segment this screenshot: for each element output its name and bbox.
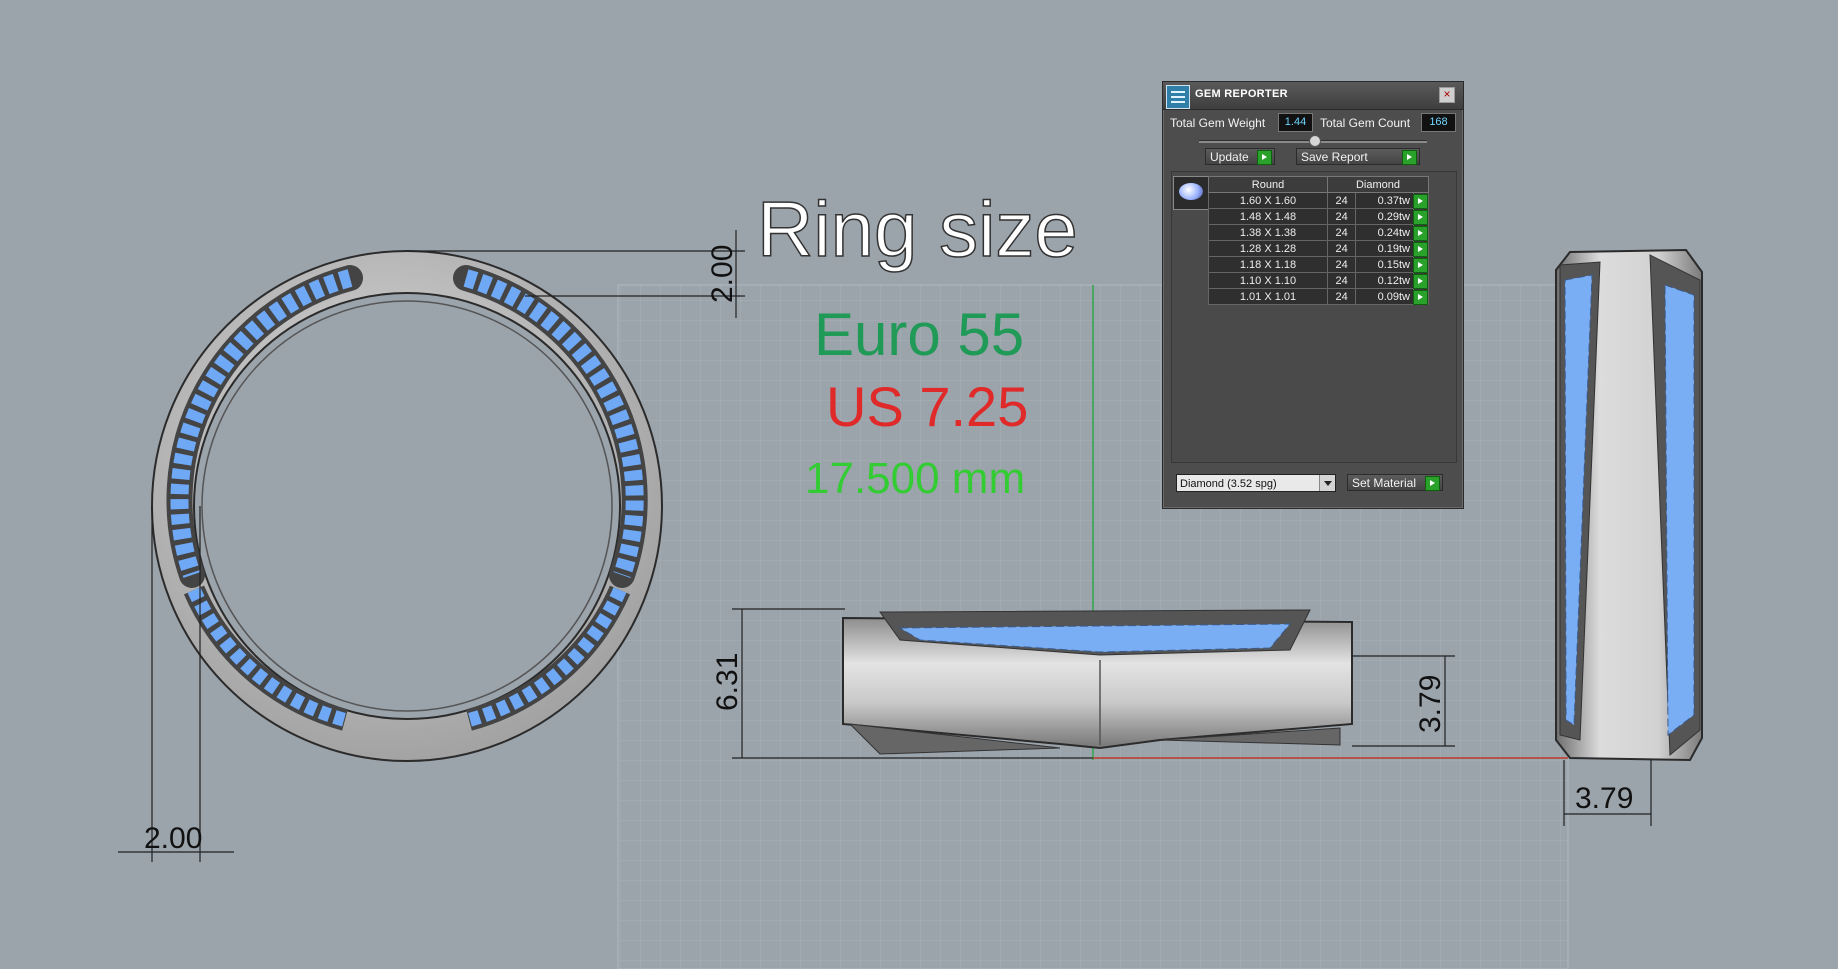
round-diamond-thumbnail[interactable] <box>1173 176 1209 210</box>
total-gem-weight-label: Total Gem Weight <box>1170 116 1266 130</box>
row-action-button[interactable] <box>1413 256 1429 273</box>
gem-count-cell: 24 <box>1326 208 1357 225</box>
play-icon <box>1413 274 1428 289</box>
material-select[interactable]: Diamond (3.52 spg) <box>1176 474 1336 492</box>
table-row[interactable]: 1.28 X 1.28 24 0.19tw <box>1208 240 1429 257</box>
save-report-button[interactable]: Save Report <box>1296 148 1420 165</box>
dim-height-label: 6.31 <box>711 653 744 711</box>
table-row[interactable]: 1.18 X 1.18 24 0.15tw <box>1208 256 1429 273</box>
play-icon <box>1413 242 1428 257</box>
table-header-diamond: Diamond <box>1327 176 1429 193</box>
dim-top-wall-label: 2.00 <box>706 245 739 303</box>
table-row[interactable]: 1.01 X 1.01 24 0.09tw <box>1208 288 1429 305</box>
gem-count-cell: 24 <box>1326 192 1357 209</box>
play-icon <box>1402 150 1417 165</box>
gem-count-cell: 24 <box>1326 288 1357 305</box>
gem-count-cell: 24 <box>1326 240 1357 257</box>
total-gem-count-value: 168 <box>1421 113 1456 132</box>
gem-size-cell: 1.01 X 1.01 <box>1208 288 1328 305</box>
euro-size-label: Euro 55 <box>814 301 1024 368</box>
update-button[interactable]: Update <box>1205 148 1275 165</box>
gem-size-cell: 1.28 X 1.28 <box>1208 240 1328 257</box>
table-row[interactable]: 1.60 X 1.60 24 0.37tw <box>1208 192 1429 209</box>
gem-size-cell: 1.48 X 1.48 <box>1208 208 1328 225</box>
gem-count-cell: 24 <box>1326 272 1357 289</box>
play-icon <box>1413 194 1428 209</box>
play-icon <box>1413 210 1428 225</box>
gem-reporter-panel: GEM REPORTER × Total Gem Weight 1.44 Tot… <box>1162 81 1464 509</box>
gem-weight-cell: 0.37tw <box>1355 192 1414 209</box>
dim-side-width-label: 3.79 <box>1575 782 1633 815</box>
row-action-button[interactable] <box>1413 240 1429 257</box>
gem-size-cell: 1.18 X 1.18 <box>1208 256 1328 273</box>
ring-size-title: Ring size <box>757 185 1078 273</box>
ring-front-view[interactable] <box>151 250 663 762</box>
update-button-label: Update <box>1210 150 1249 164</box>
gem-size-cell: 1.60 X 1.60 <box>1208 192 1328 209</box>
total-gem-count-label: Total Gem Count <box>1320 116 1411 130</box>
row-action-button[interactable] <box>1413 272 1429 289</box>
gem-count-cell: 24 <box>1326 256 1357 273</box>
gem-reporter-title: GEM REPORTER <box>1195 88 1288 100</box>
gem-count-cell: 24 <box>1326 224 1357 241</box>
ring-side-view[interactable] <box>1555 248 1703 762</box>
gem-weight-cell: 0.24tw <box>1355 224 1414 241</box>
close-icon[interactable]: × <box>1439 87 1455 103</box>
diameter-label: 17.500 mm <box>805 454 1025 503</box>
dim-side-height-label: 3.79 <box>1414 675 1447 733</box>
gem-weight-cell: 0.12tw <box>1355 272 1414 289</box>
gem-reporter-titlebar[interactable]: GEM REPORTER × <box>1163 82 1463 110</box>
dim-front-width-label: 2.00 <box>144 822 202 855</box>
table-row[interactable]: 1.48 X 1.48 24 0.29tw <box>1208 208 1429 225</box>
material-select-value: Diamond (3.52 spg) <box>1180 478 1277 490</box>
row-action-button[interactable] <box>1413 208 1429 225</box>
row-action-button[interactable] <box>1413 288 1429 305</box>
gem-table: Round Diamond 1.60 X 1.60 24 0.37tw 1.48 X … <box>1208 176 1429 305</box>
play-icon <box>1257 150 1272 165</box>
table-row[interactable]: 1.10 X 1.10 24 0.12tw <box>1208 272 1429 289</box>
play-icon <box>1413 258 1428 273</box>
gem-weight-cell: 0.09tw <box>1355 288 1414 305</box>
table-header-round: Round <box>1208 176 1328 193</box>
play-icon <box>1413 226 1428 241</box>
row-action-button[interactable] <box>1413 224 1429 241</box>
set-material-button-label: Set Material <box>1352 476 1417 490</box>
table-row[interactable]: 1.38 X 1.38 24 0.24tw <box>1208 224 1429 241</box>
gem-reporter-app-icon <box>1166 85 1190 109</box>
gem-weight-cell: 0.29tw <box>1355 208 1414 225</box>
splitter-handle[interactable] <box>1309 135 1321 147</box>
3d-viewport[interactable]: 2.00 2.00 6.31 3.79 3.79 Ring size Euro … <box>0 0 1838 969</box>
gem-size-cell: 1.10 X 1.10 <box>1208 272 1328 289</box>
gem-size-cell: 1.38 X 1.38 <box>1208 224 1328 241</box>
round-gem-icon <box>1179 183 1203 200</box>
total-gem-weight-value: 1.44 <box>1278 113 1313 132</box>
chevron-down-icon[interactable] <box>1319 475 1335 491</box>
gem-weight-cell: 0.19tw <box>1355 240 1414 257</box>
play-icon <box>1425 476 1440 491</box>
ring-top-view[interactable] <box>842 609 1353 755</box>
play-icon <box>1413 290 1428 305</box>
us-size-label: US 7.25 <box>826 375 1028 438</box>
save-report-button-label: Save Report <box>1301 150 1368 164</box>
set-material-button[interactable]: Set Material <box>1347 474 1443 491</box>
row-action-button[interactable] <box>1413 192 1429 209</box>
gem-weight-cell: 0.15tw <box>1355 256 1414 273</box>
